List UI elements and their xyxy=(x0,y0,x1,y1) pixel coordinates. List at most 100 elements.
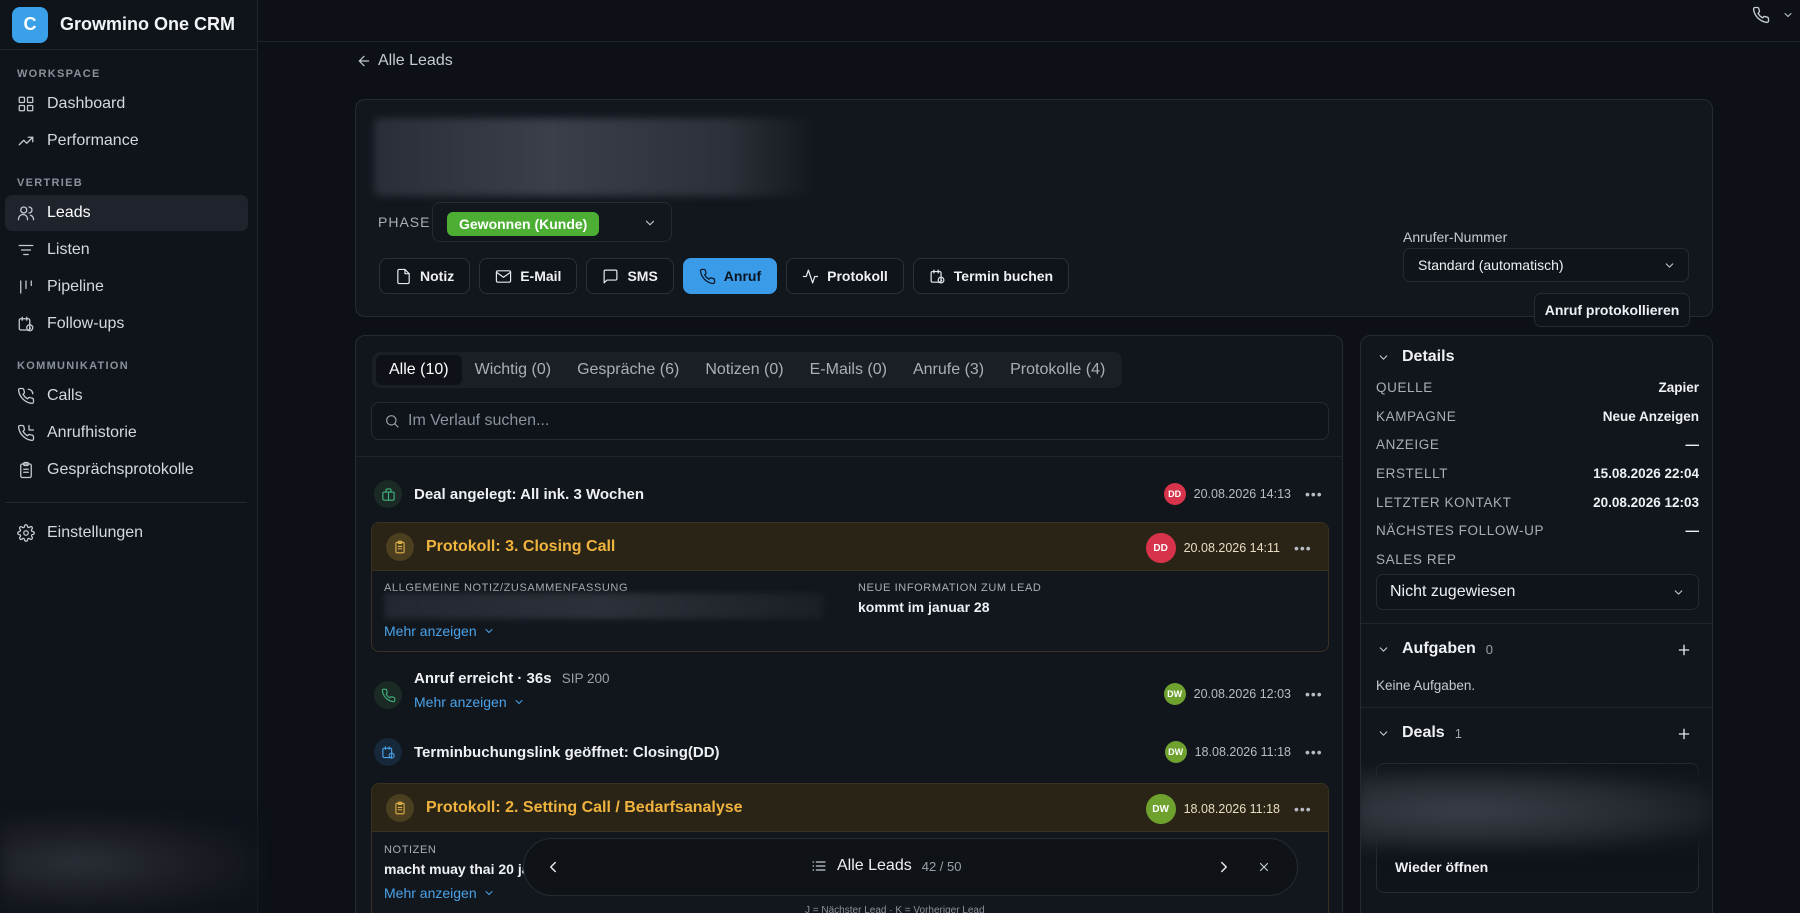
tasks-count: 0 xyxy=(1485,641,1494,657)
tasks-section-toggle[interactable]: Aufgaben 0 xyxy=(1377,640,1493,658)
sidebar-item-pipeline[interactable]: Pipeline xyxy=(5,269,248,305)
reopen-deal-button[interactable]: Wieder öffnen xyxy=(1395,859,1488,875)
avatar: DD xyxy=(1145,533,1176,563)
users-icon xyxy=(17,206,35,221)
phone-icon[interactable] xyxy=(1752,6,1770,24)
tab-anrufe[interactable]: Anrufe (3) xyxy=(900,355,997,385)
detail-row-sales-rep: SALES REP xyxy=(1376,552,1699,572)
email-button-label: E-Mail xyxy=(520,268,562,284)
tasks-title: Aufgaben xyxy=(1402,640,1476,657)
sidebar-item-gespraechsprotokolle[interactable]: Gesprächsprotokolle xyxy=(5,452,248,488)
sidebar-item-einstellungen[interactable]: Einstellungen xyxy=(5,515,248,551)
call-button[interactable]: Anruf xyxy=(682,258,778,294)
chevron-left-icon[interactable] xyxy=(544,858,562,876)
show-more-link[interactable]: Mehr anzeigen xyxy=(414,694,525,710)
caller-number-select[interactable]: Standard (automatisch) xyxy=(1403,248,1689,282)
sidebar-item-label: Calls xyxy=(47,387,83,404)
detail-row-quelle: QUELLE Zapier xyxy=(1376,380,1699,400)
details-section-toggle[interactable]: Details xyxy=(1377,348,1454,366)
tab-emails[interactable]: E-Mails (0) xyxy=(797,355,900,385)
more-options-icon[interactable]: ••• xyxy=(1294,801,1314,817)
tab-label: Anrufe xyxy=(912,361,961,378)
note-button[interactable]: Notiz xyxy=(379,258,471,294)
details-divider xyxy=(1361,707,1712,708)
avatar: DW xyxy=(1163,683,1186,705)
gear-icon xyxy=(17,524,35,542)
detail-row-letzter-kontakt: LETZTER KONTAKT 20.08.2026 12:03 xyxy=(1376,495,1699,515)
timeline-search-input[interactable]: Im Verlauf suchen... xyxy=(371,402,1329,440)
more-options-icon[interactable]: ••• xyxy=(1305,744,1325,760)
book-appointment-button[interactable]: Termin buchen xyxy=(912,258,1070,294)
chevron-down-icon[interactable] xyxy=(1782,9,1794,21)
add-task-icon[interactable] xyxy=(1676,642,1692,658)
event-time: 18.08.2026 11:18 xyxy=(1183,802,1280,816)
tab-protokolle[interactable]: Protokolle (4) xyxy=(997,355,1118,385)
sidebar-item-performance[interactable]: Performance xyxy=(5,123,248,159)
sales-rep-select[interactable]: Nicht zugewiesen xyxy=(1376,574,1699,610)
sidebar-item-anrufhistorie[interactable]: Anrufhistorie xyxy=(5,415,248,451)
detail-key: LETZTER KONTAKT xyxy=(1376,495,1512,510)
timeline-event-booking[interactable]: Terminbuchungslink geöffnet: Closing(DD)… xyxy=(371,738,1329,778)
tab-count: (3) xyxy=(964,361,985,378)
details-panel: Details QUELLE Zapier KAMPAGNE Neue Anzeig… xyxy=(1360,335,1713,913)
timeline-event-protocol[interactable]: Protokoll: 3. Closing Call DD 20.08.2026… xyxy=(371,522,1329,652)
sidebar-item-listen[interactable]: Listen xyxy=(5,232,248,268)
clipboard-icon xyxy=(386,533,414,561)
tab-wichtig[interactable]: Wichtig (0) xyxy=(462,355,564,385)
tab-label: E-Mails xyxy=(809,361,863,378)
event-title: Deal angelegt: All ink. 3 Wochen xyxy=(414,486,645,503)
chevron-down-icon xyxy=(485,891,493,896)
protocol-button[interactable]: Protokoll xyxy=(786,258,904,294)
detail-value: — xyxy=(1685,523,1700,538)
nav-section-vertrieb: VERTRIEB xyxy=(17,177,84,189)
tab-alle[interactable]: Alle (10) xyxy=(376,355,462,385)
sidebar-item-leads[interactable]: Leads xyxy=(5,195,248,231)
more-options-icon[interactable]: ••• xyxy=(1294,540,1314,556)
sidebar-item-label: Gesprächsprotokolle xyxy=(47,461,194,478)
sidebar-item-follow-ups[interactable]: Follow-ups xyxy=(5,306,248,342)
log-call-button[interactable]: Anruf protokollieren xyxy=(1534,293,1690,327)
sidebar: C Growmino One CRM WORKSPACE Dashboard P… xyxy=(0,0,258,913)
mail-icon xyxy=(496,269,512,283)
sidebar-item-calls[interactable]: Calls xyxy=(5,378,248,414)
protocol-header: Protokoll: 2. Setting Call / Bedarfsanal… xyxy=(372,784,1328,832)
deal-card[interactable]: Wieder öffnen xyxy=(1361,763,1712,893)
sidebar-item-label: Dashboard xyxy=(47,95,126,112)
sidebar-item-label: Pipeline xyxy=(47,278,104,295)
timeline-event-deal[interactable]: Deal angelegt: All ink. 3 Wochen DD 20.0… xyxy=(371,480,1329,520)
chevron-down-icon xyxy=(1674,590,1683,595)
add-deal-icon[interactable] xyxy=(1676,726,1692,742)
phone-history-icon xyxy=(17,424,35,442)
tab-notizen[interactable]: Notizen (0) xyxy=(692,355,796,385)
more-options-icon[interactable]: ••• xyxy=(1305,486,1325,502)
lead-name-redacted xyxy=(374,118,814,196)
show-more-link[interactable]: Mehr anzeigen xyxy=(384,623,495,639)
brand[interactable]: C Growmino One CRM xyxy=(0,0,257,50)
user-profile-redacted[interactable] xyxy=(0,813,258,913)
detail-key: ANZEIGE xyxy=(1376,437,1440,452)
close-icon[interactable] xyxy=(1257,860,1271,874)
book-appointment-label: Termin buchen xyxy=(953,268,1054,284)
back-to-leads-link[interactable]: Alle Leads xyxy=(356,52,453,70)
timeline-event-call[interactable]: Anruf erreicht · 36s SIP 200 Mehr anzeig… xyxy=(371,670,1329,720)
event-time: 20.08.2026 14:13 xyxy=(1193,487,1291,501)
show-more-link[interactable]: Mehr anzeigen xyxy=(384,885,495,901)
caller-number-label: Anrufer-Nummer xyxy=(1403,229,1508,245)
tab-label: Notizen xyxy=(705,361,760,378)
phase-select[interactable]: Gewonnen (Kunde) xyxy=(432,202,672,242)
sidebar-item-dashboard[interactable]: Dashboard xyxy=(5,86,248,122)
caller-number-value: Standard (automatisch) xyxy=(1418,257,1564,273)
chevron-right-icon[interactable] xyxy=(1215,858,1233,876)
sms-button[interactable]: SMS xyxy=(586,258,674,294)
field-value: macht muay thai 20 ja xyxy=(384,861,530,877)
deals-section-toggle[interactable]: Deals 1 xyxy=(1377,724,1462,742)
pipeline-icon xyxy=(20,280,32,294)
avatar: DD xyxy=(1163,483,1186,505)
call-title: Anruf erreicht · 36s xyxy=(414,670,552,687)
avatar: DW xyxy=(1164,741,1187,763)
protocol-header: Protokoll: 3. Closing Call DD 20.08.2026… xyxy=(372,523,1328,571)
app-root: C Growmino One CRM WORKSPACE Dashboard P… xyxy=(0,0,1800,913)
more-options-icon[interactable]: ••• xyxy=(1305,686,1325,702)
email-button[interactable]: E-Mail xyxy=(479,258,578,294)
tab-gespraeche[interactable]: Gespräche (6) xyxy=(564,355,692,385)
